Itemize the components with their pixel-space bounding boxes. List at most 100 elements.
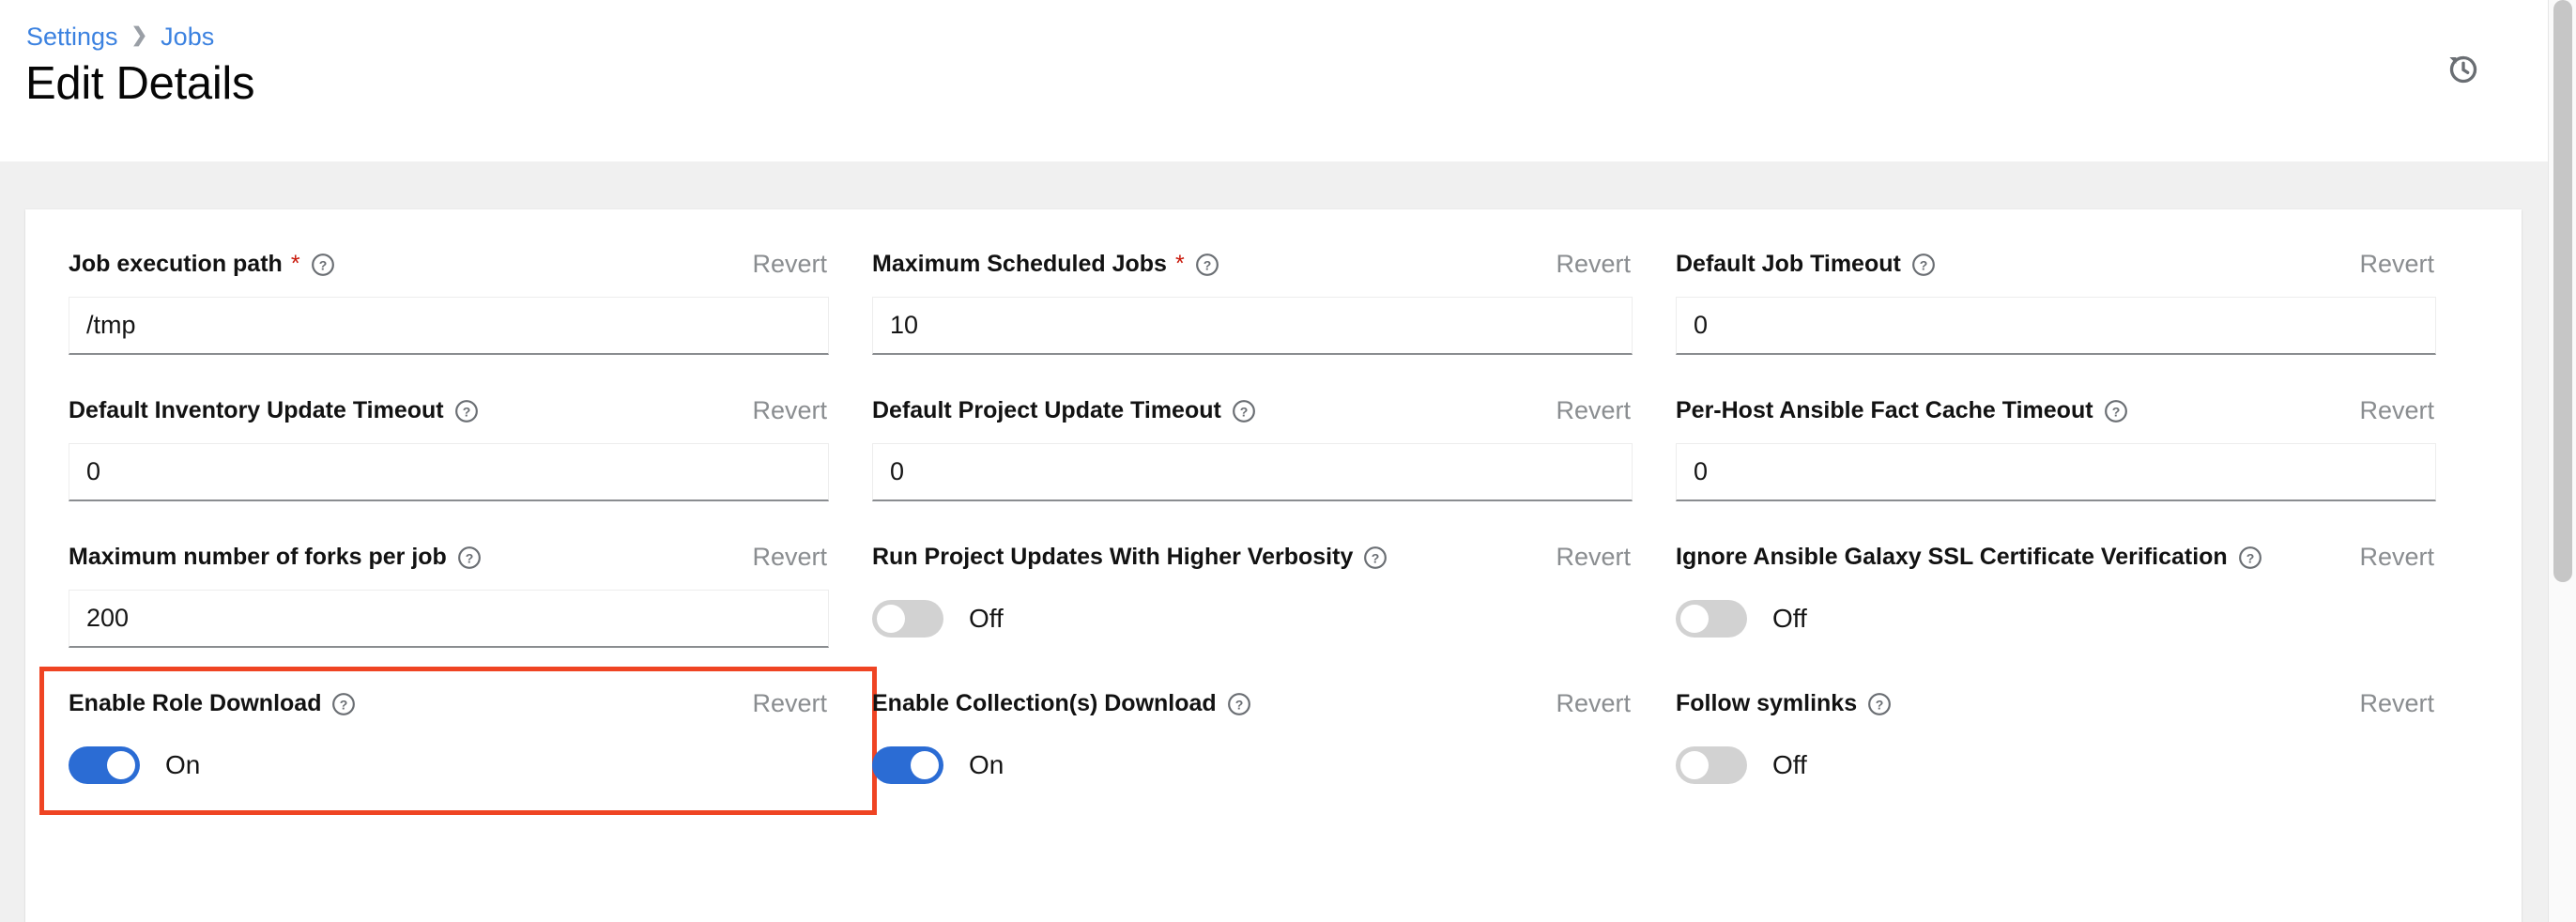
switch-row: Off [872, 590, 1633, 648]
question-circle-icon[interactable]: ? [457, 546, 482, 570]
input-maximum-number-of-forks-per-job[interactable] [69, 590, 829, 648]
svg-text:?: ? [1372, 550, 1380, 565]
revert-link[interactable]: Revert [752, 688, 829, 719]
field-default-project-update-timeout: Default Project Update Timeout? Revert [872, 395, 1676, 501]
field-ignore-ansible-galaxy-ssl-certificate-verification: Ignore Ansible Galaxy SSL Certificate Ve… [1676, 542, 2479, 648]
revert-link[interactable]: Revert [2359, 542, 2436, 573]
svg-text:?: ? [462, 404, 470, 419]
toggle-follow-symlinks[interactable] [1676, 746, 1747, 784]
toggle-run-project-updates-with-higher-verbosity[interactable] [872, 600, 943, 638]
field-label: Per-Host Ansible Fact Cache Timeout [1676, 397, 2093, 423]
toggle-knob [107, 751, 135, 779]
toggle-state-label: Off [1772, 750, 1807, 779]
required-asterisk: * [290, 251, 300, 277]
field-header: Maximum Scheduled Jobs *? Revert [872, 249, 1633, 280]
field-job-execution-path: Job execution path *? Revert [69, 249, 872, 355]
revert-link[interactable]: Revert [2359, 249, 2436, 280]
history-icon [2445, 51, 2482, 88]
revert-link[interactable]: Revert [2359, 688, 2436, 719]
toggle-state-label: Off [1772, 604, 1807, 633]
toggle-state-label: On [969, 750, 1004, 779]
field-maximum-scheduled-jobs: Maximum Scheduled Jobs *? Revert [872, 249, 1676, 355]
toggle-knob [1680, 605, 1709, 633]
revert-link[interactable]: Revert [752, 249, 829, 280]
question-circle-icon[interactable]: ? [454, 399, 479, 423]
switch-row: Off [1676, 590, 2436, 648]
question-circle-icon[interactable]: ? [311, 253, 335, 277]
vertical-scrollbar[interactable] [2548, 0, 2576, 922]
question-circle-icon[interactable]: ? [1867, 692, 1892, 716]
field-header: Enable Collection(s) Download? Revert [872, 688, 1633, 719]
question-circle-icon[interactable]: ? [1195, 253, 1219, 277]
question-circle-icon[interactable]: ? [1911, 253, 1936, 277]
question-circle-icon[interactable]: ? [1363, 546, 1388, 570]
toggle-knob [877, 605, 905, 633]
input-default-inventory-update-timeout[interactable] [69, 443, 829, 501]
svg-text:?: ? [1920, 257, 1928, 272]
field-label: Default Job Timeout [1676, 251, 1901, 277]
revert-link[interactable]: Revert [752, 395, 829, 426]
input-maximum-scheduled-jobs[interactable] [872, 297, 1633, 355]
toggle-enable-role-download[interactable] [69, 746, 140, 784]
input-default-project-update-timeout[interactable] [872, 443, 1633, 501]
field-header: Default Project Update Timeout? Revert [872, 395, 1633, 426]
svg-text:?: ? [318, 257, 327, 272]
question-circle-icon[interactable]: ? [2104, 399, 2128, 423]
svg-text:?: ? [2246, 550, 2254, 565]
question-circle-icon[interactable]: ? [1232, 399, 1256, 423]
field-enable-role-download: Enable Role Download? Revert On [39, 667, 877, 815]
history-button[interactable] [2437, 43, 2490, 96]
question-circle-icon[interactable]: ? [331, 692, 356, 716]
breadcrumb-item-settings[interactable]: Settings [26, 21, 118, 53]
field-header: Maximum number of forks per job? Revert [69, 542, 829, 573]
revert-link[interactable]: Revert [752, 542, 829, 573]
input-default-job-timeout[interactable] [1676, 297, 2436, 355]
field-label: Job execution path [69, 251, 283, 277]
jobs-settings-form: Job execution path*?RevertMaximum Schedu… [39, 249, 2481, 835]
svg-text:?: ? [466, 550, 474, 565]
revert-link[interactable]: Revert [1556, 249, 1633, 280]
svg-text:?: ? [1876, 697, 1884, 712]
field-maximum-number-of-forks-per-job: Maximum number of forks per job? Revert [69, 542, 872, 648]
switch-row: On [69, 736, 829, 794]
toggle-knob [911, 751, 939, 779]
field-label: Default Project Update Timeout [872, 397, 1221, 423]
field-follow-symlinks: Follow symlinks? Revert Off [1676, 688, 2479, 794]
field-header: Default Inventory Update Timeout? Revert [69, 395, 829, 426]
breadcrumb-item-jobs[interactable]: Jobs [161, 21, 214, 53]
required-asterisk: * [1174, 251, 1185, 277]
revert-link[interactable]: Revert [1556, 688, 1633, 719]
field-enable-collections-download: Enable Collection(s) Download? Revert On [872, 688, 1676, 794]
field-header: Ignore Ansible Galaxy SSL Certificate Ve… [1676, 542, 2436, 573]
question-circle-icon[interactable]: ? [2238, 546, 2262, 570]
input-job-execution-path[interactable] [69, 297, 829, 355]
chevron-right-icon: ❯ [130, 24, 148, 46]
field-run-project-updates-with-higher-verbosity: Run Project Updates With Higher Verbosit… [872, 542, 1676, 648]
field-header: Run Project Updates With Higher Verbosit… [872, 542, 1633, 573]
field-label: Run Project Updates With Higher Verbosit… [872, 544, 1354, 570]
revert-link[interactable]: Revert [1556, 542, 1633, 573]
svg-text:?: ? [340, 697, 348, 712]
revert-link[interactable]: Revert [1556, 395, 1633, 426]
toggle-enable-collections-download[interactable] [872, 746, 943, 784]
settings-card: Job execution path*?RevertMaximum Schedu… [25, 209, 2522, 922]
revert-link[interactable]: Revert [2359, 395, 2436, 426]
input-per-host-ansible-fact-cache-timeout[interactable] [1676, 443, 2436, 501]
switch-row: Off [1676, 736, 2436, 794]
page-header: Settings ❯ Jobs Edit Details [0, 0, 2548, 161]
field-header: Follow symlinks? Revert [1676, 688, 2436, 719]
question-circle-icon[interactable]: ? [1227, 692, 1251, 716]
switch-row: On [872, 736, 1633, 794]
toggle-state-label: On [165, 750, 201, 779]
field-label: Ignore Ansible Galaxy SSL Certificate Ve… [1676, 544, 2228, 570]
settings-jobs-edit-details-page: Settings ❯ Jobs Edit Details Job executi… [0, 0, 2576, 922]
toggle-state-label: Off [969, 604, 1004, 633]
field-label: Enable Collection(s) Download [872, 690, 1217, 716]
field-header: Job execution path *? Revert [69, 249, 829, 280]
toggle-ignore-ansible-galaxy-ssl-certificate-verification[interactable] [1676, 600, 1747, 638]
svg-text:?: ? [2111, 404, 2120, 419]
field-label: Follow symlinks [1676, 690, 1858, 716]
field-label: Enable Role Download [69, 690, 322, 716]
field-label: Maximum number of forks per job [69, 544, 447, 570]
scrollbar-thumb[interactable] [2553, 0, 2572, 582]
